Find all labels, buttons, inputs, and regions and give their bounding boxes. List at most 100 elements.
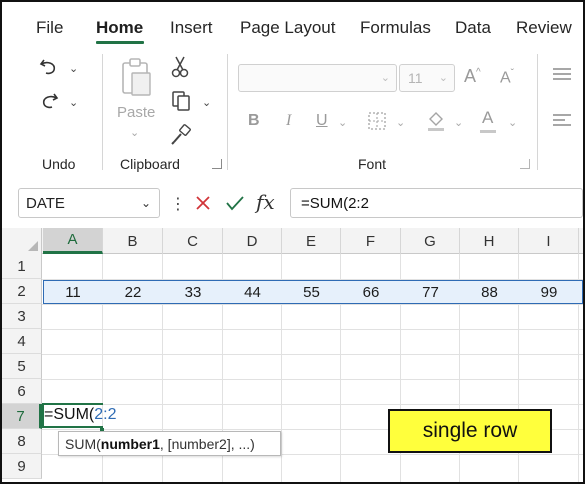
grow-font-icon[interactable]: A^	[464, 66, 481, 87]
tooltip-rest: , [number2], ...)	[159, 436, 255, 452]
annotation-badge: single row	[388, 409, 552, 453]
formula-bar-buttons: fx	[186, 188, 284, 218]
column-header-f[interactable]: F	[341, 228, 401, 254]
font-color-bar	[480, 130, 496, 133]
group-separator	[102, 54, 103, 170]
font-size-value: 11	[408, 70, 423, 86]
underline-button[interactable]: U	[316, 112, 328, 130]
row-header-1[interactable]: 1	[2, 254, 42, 279]
function-tooltip[interactable]: SUM(number1, [number2], ...)	[58, 431, 281, 456]
group-separator	[537, 54, 538, 170]
cell-a2[interactable]: 11	[43, 280, 103, 304]
cell-i2[interactable]: 99	[519, 280, 579, 304]
format-painter-icon[interactable]	[168, 122, 194, 148]
undo-group-label: Undo	[42, 156, 76, 172]
clipboard-group-label: Clipboard	[120, 156, 180, 172]
paste-label[interactable]: Paste	[117, 104, 155, 121]
font-color-dropdown-icon[interactable]: ⌄	[508, 116, 517, 129]
tab-data[interactable]: Data	[455, 18, 491, 38]
redo-dropdown-icon[interactable]: ⌄	[69, 96, 78, 109]
tooltip-arg1: number1	[100, 436, 160, 452]
font-launcher-icon[interactable]	[520, 159, 530, 169]
cell-d2[interactable]: 44	[223, 280, 282, 304]
copy-icon[interactable]	[168, 88, 194, 114]
column-header-e[interactable]: E	[282, 228, 341, 254]
column-header-b[interactable]: B	[103, 228, 163, 254]
shrink-font-icon[interactable]: Aˇ	[500, 68, 514, 87]
clipboard-launcher-icon[interactable]	[212, 159, 222, 169]
gridline	[42, 329, 583, 330]
cell-c2[interactable]: 33	[163, 280, 223, 304]
cell-a7-formula[interactable]: =SUM(2:2	[44, 406, 116, 424]
column-header-h[interactable]: H	[460, 228, 519, 254]
gridline	[42, 304, 583, 305]
cell-g2[interactable]: 77	[401, 280, 460, 304]
bold-button[interactable]: B	[248, 112, 260, 130]
ribbon: ⌄ ⌄ Undo Paste ⌄ ⌄ Clipboard ⌄ 11 ⌄ A^ A…	[2, 46, 583, 178]
chevron-down-icon: ⌄	[438, 72, 448, 84]
column-header-a[interactable]: A	[43, 228, 103, 254]
column-header-d[interactable]: D	[223, 228, 282, 254]
borders-dropdown-icon[interactable]: ⌄	[396, 116, 405, 129]
active-tab-indicator	[96, 41, 144, 44]
paste-icon[interactable]	[116, 56, 156, 100]
more-options-icon[interactable]: ⋮	[170, 194, 186, 214]
formula-prefix: =SUM(	[44, 406, 95, 423]
undo-dropdown-icon[interactable]: ⌄	[69, 62, 78, 75]
column-header-c[interactable]: C	[163, 228, 223, 254]
tab-review[interactable]: Review	[516, 18, 572, 38]
redo-icon[interactable]	[36, 88, 62, 114]
cell-f2[interactable]: 66	[341, 280, 401, 304]
enter-icon[interactable]	[224, 192, 246, 214]
formula-value: =SUM(2:2	[301, 195, 369, 212]
select-all-button[interactable]	[2, 228, 42, 254]
tab-home[interactable]: Home	[96, 18, 143, 38]
row-header-7[interactable]: 7	[2, 404, 42, 429]
tab-formulas[interactable]: Formulas	[360, 18, 431, 38]
chevron-down-icon: ⌄	[380, 72, 390, 84]
fill-color-dropdown-icon[interactable]: ⌄	[454, 116, 463, 129]
font-name-combo[interactable]: ⌄	[238, 64, 397, 92]
select-all-icon	[28, 241, 38, 251]
font-color-icon[interactable]: A	[482, 108, 493, 128]
row-header-5[interactable]: 5	[2, 354, 42, 379]
column-header-i[interactable]: I	[519, 228, 579, 254]
row-header-2[interactable]: 2	[2, 279, 42, 304]
worksheet-grid: A B C D E F G H I 1 2 3 4 5 6 7 8 9 11 2…	[2, 228, 583, 482]
gridline	[42, 379, 583, 380]
cancel-icon[interactable]	[192, 192, 214, 214]
align-bottom-icon[interactable]	[550, 110, 574, 130]
chevron-down-icon[interactable]: ⌄	[141, 196, 151, 210]
row-header-8[interactable]: 8	[2, 429, 42, 454]
row-header-4[interactable]: 4	[2, 329, 42, 354]
column-header-g[interactable]: G	[401, 228, 460, 254]
paste-dropdown-icon[interactable]: ⌄	[130, 126, 139, 139]
font-size-combo[interactable]: 11 ⌄	[399, 64, 455, 92]
cell-b2[interactable]: 22	[103, 280, 163, 304]
borders-icon[interactable]	[366, 110, 388, 132]
name-box[interactable]: DATE ⌄	[18, 188, 160, 218]
undo-icon[interactable]	[36, 54, 62, 80]
copy-dropdown-icon[interactable]: ⌄	[202, 96, 211, 109]
function-icon[interactable]: fx	[256, 190, 275, 214]
row-header-9[interactable]: 9	[2, 454, 42, 479]
fill-color-icon[interactable]	[424, 108, 448, 134]
excel-window: File Home Insert Page Layout Formulas Da…	[0, 0, 585, 484]
tab-file[interactable]: File	[36, 18, 63, 38]
formula-bar: DATE ⌄ ⋮ fx =SUM(2:2	[2, 184, 583, 222]
font-group-label: Font	[358, 156, 387, 172]
formula-range-ref: 2:2	[94, 406, 117, 423]
cell-e2[interactable]: 55	[282, 280, 341, 304]
cell-h2[interactable]: 88	[460, 280, 519, 304]
align-icon[interactable]	[550, 64, 574, 84]
formula-input[interactable]: =SUM(2:2	[290, 188, 583, 218]
gridline	[42, 354, 583, 355]
row-header-3[interactable]: 3	[2, 304, 42, 329]
tab-page-layout[interactable]: Page Layout	[240, 18, 335, 38]
cut-icon[interactable]	[168, 54, 192, 80]
tab-insert[interactable]: Insert	[170, 18, 213, 38]
row-header-6[interactable]: 6	[2, 379, 42, 404]
gridline	[42, 404, 583, 405]
underline-dropdown-icon[interactable]: ⌄	[338, 116, 347, 129]
italic-button[interactable]: I	[286, 112, 291, 130]
